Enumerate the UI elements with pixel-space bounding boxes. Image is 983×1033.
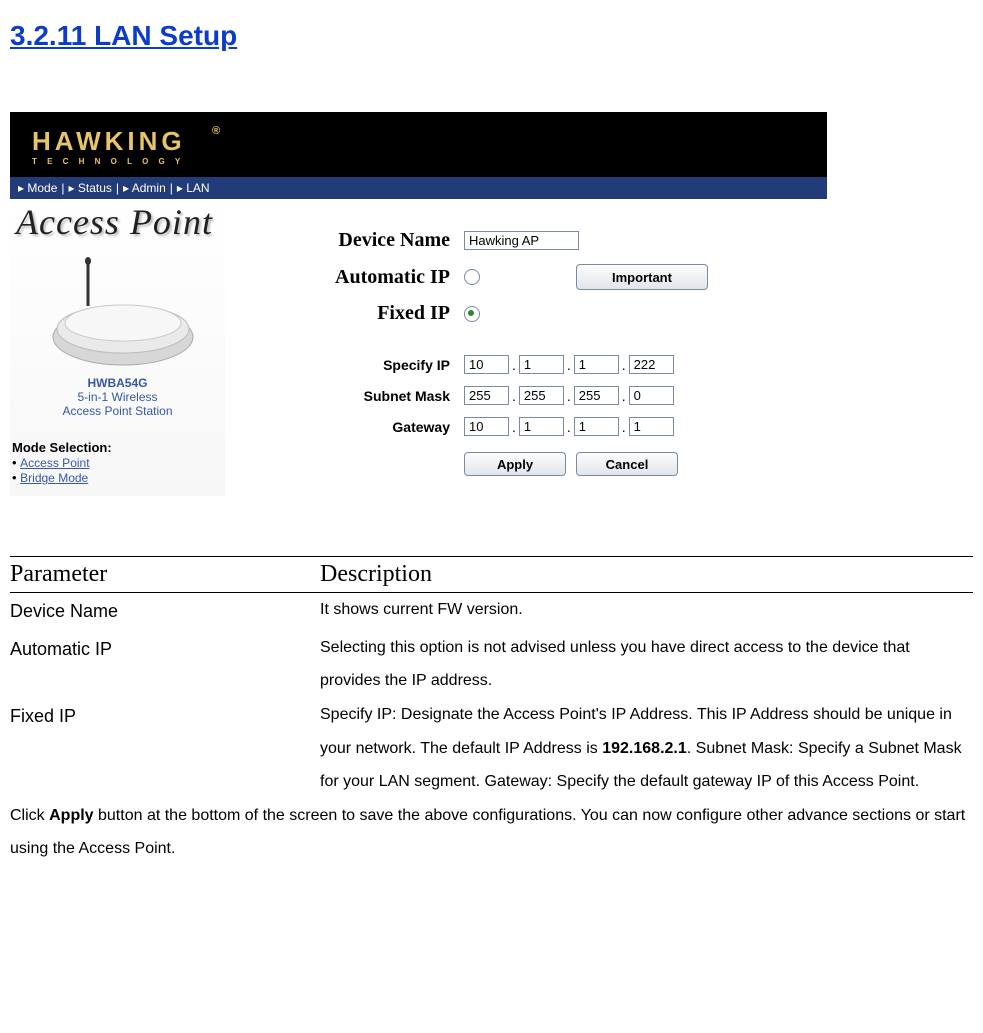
d-fixed-ip: Specify IP: Designate the Access Point's… — [320, 698, 973, 799]
ip-dot: . — [622, 419, 626, 435]
mode-selection: Mode Selection: • Access Point • Bridge … — [10, 436, 225, 489]
row-fixed-ip: Fixed IP — [235, 302, 817, 325]
gateway-4[interactable] — [629, 417, 674, 436]
d-device-name: It shows current FW version. — [320, 593, 973, 631]
ip-dot: . — [512, 357, 516, 373]
ip-dot: . — [567, 388, 571, 404]
param-body: Device Name It shows current FW version.… — [10, 593, 973, 799]
gateway-1[interactable] — [464, 417, 509, 436]
nav-sep: | — [170, 181, 173, 195]
ip-dot: . — [512, 419, 516, 435]
device-name-label: Device Name — [235, 229, 464, 252]
row-device-name: Device Name — [235, 229, 817, 252]
automatic-ip-label: Automatic IP — [235, 266, 464, 289]
nav-status-label: Status — [78, 181, 112, 195]
mode-selection-title: Mode Selection: — [12, 440, 223, 455]
logo-bar: HAWKING ® T E C H N O L O G Y — [10, 112, 827, 177]
subnet-3[interactable] — [574, 386, 619, 405]
footnote: Click Apply button at the bottom of the … — [10, 799, 973, 866]
nav-sep: | — [116, 181, 119, 195]
specify-ip-2[interactable] — [519, 355, 564, 374]
button-row: Apply Cancel — [464, 452, 817, 476]
subnet-2[interactable] — [519, 386, 564, 405]
nav-mode[interactable]: ▸ Mode — [18, 181, 57, 195]
specify-ip-4[interactable] — [629, 355, 674, 374]
row-specify-ip: Specify IP . . . — [235, 355, 817, 374]
ip-dot: . — [622, 388, 626, 404]
gateway-2[interactable] — [519, 417, 564, 436]
d-auto-ip: Selecting this option is not advised unl… — [320, 631, 973, 698]
row-subnet: Subnet Mask . . . — [235, 386, 817, 405]
nav-lan-label: LAN — [186, 181, 209, 195]
fixed-ip-label: Fixed IP — [235, 302, 464, 325]
apply-button[interactable]: Apply — [464, 452, 566, 476]
nav-mode-label: Mode — [27, 181, 57, 195]
ip-dot: . — [567, 419, 571, 435]
specify-ip-3[interactable] — [574, 355, 619, 374]
row-automatic-ip: Automatic IP Important — [235, 264, 817, 290]
nav-admin[interactable]: ▸ Admin — [123, 181, 166, 195]
ip-dot: . — [512, 388, 516, 404]
logo-brand: HAWKING — [32, 126, 186, 156]
caption-line1: 5-in-1 Wireless — [77, 390, 157, 404]
ip-dot: . — [622, 357, 626, 373]
foot-part1: Click — [10, 807, 49, 824]
main-content: Device Name Automatic IP Important Fixed… — [225, 199, 827, 496]
side-panel: Access Point HWBA54G 5-in-1 Wireless Acc… — [10, 199, 225, 496]
device-model: HWBA54G — [87, 376, 147, 390]
header-description: Description — [320, 561, 432, 588]
header-parameter: Parameter — [10, 561, 320, 588]
nav-admin-label: Admin — [132, 181, 166, 195]
nav-bar: ▸ Mode | ▸ Status | ▸ Admin | ▸ LAN — [10, 177, 827, 199]
gateway-label: Gateway — [235, 419, 464, 435]
subnet-label: Subnet Mask — [235, 388, 464, 404]
default-ip-bold: 192.168.2.1 — [602, 740, 687, 757]
main-row: Access Point HWBA54G 5-in-1 Wireless Acc… — [10, 199, 827, 496]
param-head: Parameter Description — [10, 557, 973, 592]
logo-reg: ® — [212, 125, 224, 137]
logo-tagline: T E C H N O L O G Y — [32, 157, 184, 166]
row-auto-ip-desc: Automatic IP Selecting this option is no… — [10, 631, 973, 698]
p-device-name: Device Name — [10, 593, 320, 631]
row-gateway: Gateway . . . — [235, 417, 817, 436]
important-button[interactable]: Important — [576, 264, 708, 290]
fixed-ip-radio[interactable] — [464, 306, 480, 322]
nav-lan[interactable]: ▸ LAN — [177, 181, 210, 195]
subnet-4[interactable] — [629, 386, 674, 405]
ip-dot: . — [567, 357, 571, 373]
caption-line2: Access Point Station — [62, 404, 172, 418]
side-title: Access Point — [10, 199, 225, 245]
mode-link-access-point[interactable]: Access Point — [20, 456, 89, 470]
foot-bold: Apply — [49, 807, 93, 824]
gateway-3[interactable] — [574, 417, 619, 436]
automatic-ip-radio[interactable] — [464, 269, 480, 285]
nav-sep: | — [61, 181, 64, 195]
nav-status[interactable]: ▸ Status — [69, 181, 112, 195]
fixed-ip-tail1: . Subnet Mask: — [687, 740, 798, 757]
p-auto-ip: Automatic IP — [10, 631, 320, 698]
device-image — [10, 245, 225, 376]
hawking-logo: HAWKING ® T E C H N O L O G Y — [20, 120, 240, 170]
parameter-table: Parameter Description Device Name It sho… — [10, 556, 973, 799]
foot-part2: button at the bottom of the screen to sa… — [10, 807, 965, 858]
router-ui-screenshot: HAWKING ® T E C H N O L O G Y ▸ Mode | ▸… — [10, 112, 827, 496]
mode-link-bridge-mode[interactable]: Bridge Mode — [20, 471, 88, 485]
subnet-1[interactable] — [464, 386, 509, 405]
device-caption: HWBA54G 5-in-1 Wireless Access Point Sta… — [10, 376, 225, 418]
specify-ip-1[interactable] — [464, 355, 509, 374]
row-fixed-ip-desc: Fixed IP Specify IP: Designate the Acces… — [10, 698, 973, 799]
cancel-button[interactable]: Cancel — [576, 452, 678, 476]
row-device-name-desc: Device Name It shows current FW version. — [10, 593, 973, 631]
section-heading: 3.2.11 LAN Setup — [10, 20, 973, 52]
fixed-ip-tail2: Gateway: Specify the default gateway IP … — [480, 773, 919, 790]
device-name-input[interactable] — [464, 231, 579, 250]
specify-ip-label: Specify IP — [235, 357, 464, 373]
p-fixed-ip: Fixed IP — [10, 698, 320, 799]
